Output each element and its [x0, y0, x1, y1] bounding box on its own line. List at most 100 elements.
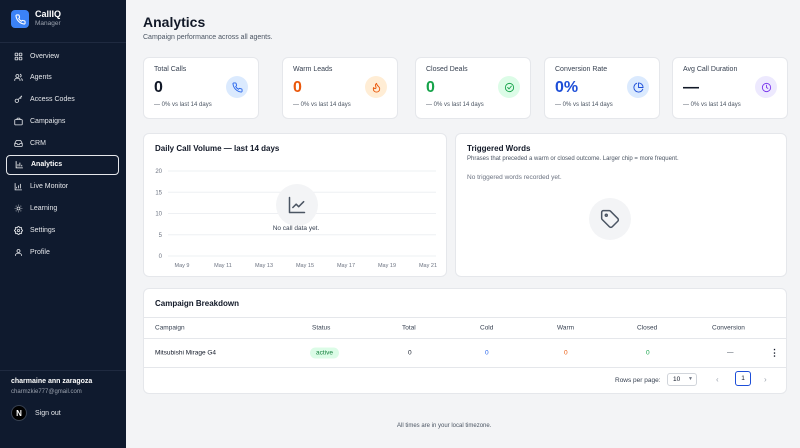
column-header-campaign[interactable]: Campaign: [155, 325, 185, 332]
sidebar: CallIQ Manager Overview Agents Access Co…: [0, 0, 126, 448]
users-icon: [13, 73, 23, 83]
sidebar-item-live-monitor[interactable]: Live Monitor: [6, 177, 119, 197]
y-tick-label: 5: [159, 233, 163, 239]
user-email: charmzkie777@gmail.com: [11, 389, 82, 395]
sidebar-nav: Overview Agents Access Codes Campaigns C…: [6, 46, 119, 264]
sidebar-item-access-codes[interactable]: Access Codes: [6, 90, 119, 110]
stat-label: Conversion Rate: [555, 66, 608, 73]
rows-per-page-value: 10: [673, 376, 681, 383]
tag-icon: [589, 198, 631, 240]
cell-total: 0: [408, 349, 412, 357]
brand-name: CallIQ: [35, 9, 62, 20]
sidebar-item-crm[interactable]: CRM: [6, 133, 119, 153]
page-subtitle: Campaign performance across all agents.: [143, 34, 273, 41]
lightbulb-icon: [13, 204, 23, 214]
flame-icon: [365, 76, 387, 98]
table-header: Campaign Status Total Cold Warm Closed C…: [144, 317, 786, 339]
panel-title: Triggered Words: [467, 144, 531, 153]
sidebar-divider: [0, 42, 126, 43]
sidebar-item-profile[interactable]: Profile: [6, 242, 119, 262]
cell-campaign: Mitsubishi Mirage G4: [155, 349, 217, 357]
y-tick-label: 10: [155, 212, 162, 218]
y-tick-label: 0: [159, 254, 163, 260]
avatar: N: [11, 405, 27, 421]
x-tick-label: May 21: [419, 263, 437, 269]
page-title: Analytics: [143, 14, 206, 30]
y-tick-label: 20: [155, 169, 162, 175]
stat-value: —: [683, 79, 699, 96]
y-tick-label: 15: [155, 190, 162, 196]
inbox-icon: [13, 138, 23, 148]
cell-cold: 0: [485, 349, 489, 357]
phone-logo-icon: [11, 10, 29, 28]
phone-icon: [226, 76, 248, 98]
stat-delta: — 0% vs last 14 days: [154, 102, 212, 108]
grid-icon: [13, 51, 23, 61]
bar-chart-icon: [14, 160, 24, 170]
stat-value: 0: [154, 79, 163, 96]
daily-call-volume-panel: Daily Call Volume — last 14 days 20 15 10 5…: [143, 133, 447, 277]
sign-out-label: Sign out: [35, 409, 61, 417]
gear-icon: [13, 225, 23, 235]
sidebar-item-campaigns[interactable]: Campaigns: [6, 111, 119, 131]
sidebar-item-agents[interactable]: Agents: [6, 68, 119, 88]
line-chart-icon: [276, 184, 318, 226]
sidebar-item-label: CRM: [30, 139, 46, 147]
user-icon: [13, 247, 23, 257]
stat-delta: — 0% vs last 14 days: [683, 102, 741, 108]
chevron-down-icon: ▼: [688, 376, 693, 382]
stat-delta: — 0% vs last 14 days: [293, 102, 351, 108]
page-button-current[interactable]: 1: [735, 371, 751, 386]
sidebar-item-label: Analytics: [31, 161, 63, 169]
user-name: charmaine ann zaragoza: [11, 378, 93, 385]
sidebar-item-label: Overview: [30, 52, 60, 60]
stat-label: Closed Deals: [426, 66, 468, 73]
status-badge: active: [310, 347, 339, 359]
x-tick-label: May 15: [296, 263, 314, 269]
clock-icon: [755, 76, 777, 98]
rows-per-page-label: Rows per page:: [615, 377, 661, 384]
chevron-left-icon[interactable]: ‹: [716, 375, 719, 384]
rows-per-page-select[interactable]: 10 ▼: [667, 373, 697, 386]
table-row[interactable]: Mitsubishi Mirage G4 active 0 0 0 0 — ⋮: [144, 339, 786, 368]
pagination: Rows per page: 10 ▼ ‹ 1 ›: [144, 369, 786, 393]
stat-card-total-calls: Total Calls 0 — 0% vs last 14 days: [143, 57, 259, 119]
column-header-cold[interactable]: Cold: [480, 325, 493, 332]
monitor-icon: [13, 182, 23, 192]
column-header-status[interactable]: Status: [312, 325, 330, 332]
sidebar-item-overview[interactable]: Overview: [6, 46, 119, 66]
brand[interactable]: CallIQ Manager: [11, 10, 61, 28]
sidebar-item-label: Learning: [30, 205, 58, 213]
column-header-conversion[interactable]: Conversion: [712, 325, 745, 332]
sidebar-item-label: Settings: [30, 226, 56, 234]
sign-out-button[interactable]: N Sign out: [11, 405, 61, 421]
sidebar-item-label: Access Codes: [30, 96, 75, 104]
column-header-closed[interactable]: Closed: [637, 325, 657, 332]
x-tick-label: May 19: [378, 263, 396, 269]
stat-card-closed-deals: Closed Deals 0 — 0% vs last 14 days: [415, 57, 531, 119]
sidebar-item-analytics[interactable]: Analytics: [6, 154, 119, 175]
row-actions-kebab-icon[interactable]: ⋮: [770, 348, 779, 359]
sidebar-item-label: Live Monitor: [30, 183, 69, 191]
stat-label: Warm Leads: [293, 66, 333, 73]
sidebar-item-label: Agents: [30, 74, 52, 82]
sidebar-item-settings[interactable]: Settings: [6, 220, 119, 240]
cell-conversion: —: [727, 349, 734, 357]
triggered-words-panel: Triggered Words Phrases that preceded a …: [455, 133, 787, 277]
x-tick-label: May 9: [175, 263, 190, 269]
pie-chart-icon: [627, 76, 649, 98]
sidebar-item-learning[interactable]: Learning: [6, 199, 119, 219]
stat-card-warm-leads: Warm Leads 0 — 0% vs last 14 days: [282, 57, 398, 119]
check-circle-icon: [498, 76, 520, 98]
column-header-warm[interactable]: Warm: [557, 325, 574, 332]
stat-delta: — 0% vs last 14 days: [555, 102, 613, 108]
briefcase-icon: [13, 116, 23, 126]
sidebar-item-label: Campaigns: [30, 117, 66, 125]
triggered-words-description: Phrases that preceded a warm or closed o…: [467, 156, 679, 162]
column-header-total[interactable]: Total: [402, 325, 416, 332]
panel-title: Campaign Breakdown: [155, 299, 240, 308]
stat-card-avg-call-duration: Avg Call Duration — — 0% vs last 14 days: [672, 57, 788, 119]
timezone-note: All times are in your local timezone.: [397, 423, 492, 429]
x-tick-label: May 11: [214, 263, 232, 269]
chevron-right-icon[interactable]: ›: [764, 375, 767, 384]
